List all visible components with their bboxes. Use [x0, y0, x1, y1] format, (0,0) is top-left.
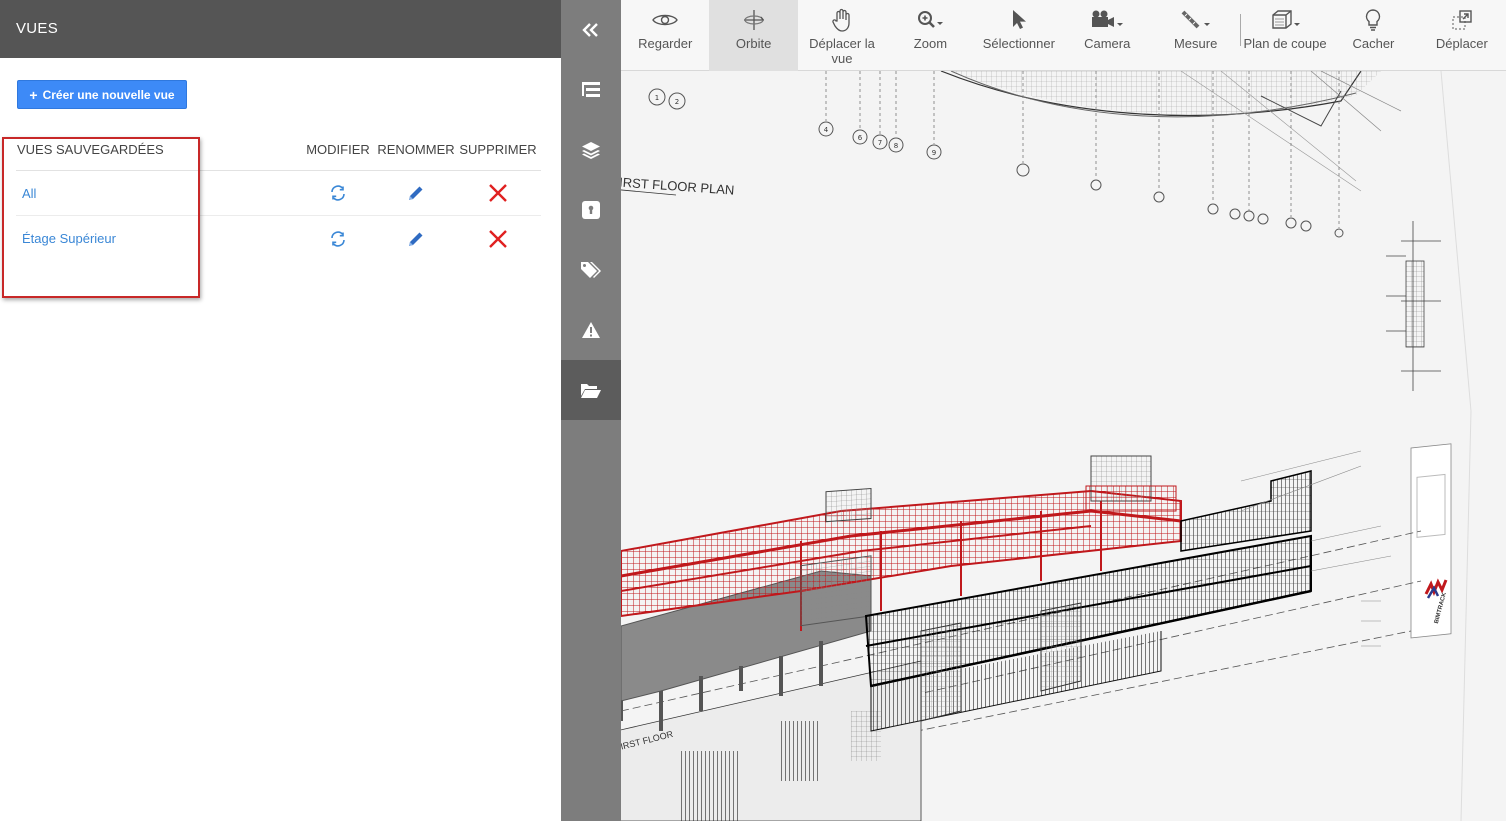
tool-hide[interactable]: Cacher: [1329, 0, 1417, 71]
ruler-icon: [1180, 6, 1212, 34]
create-view-button[interactable]: + Créer une nouvelle vue: [17, 80, 187, 109]
bulb-icon: [1364, 6, 1382, 34]
viewer-toolbar: Regarder Orbite Déplacer la vue Zoom Sél…: [621, 0, 1506, 71]
tool-move[interactable]: Déplacer: [1418, 0, 1506, 71]
refresh-icon[interactable]: [299, 183, 377, 203]
create-view-label: Créer une nouvelle vue: [42, 87, 175, 102]
vertical-sidebar: [561, 0, 621, 821]
tags-icon[interactable]: [561, 240, 621, 300]
tool-camera[interactable]: Camera: [1063, 0, 1151, 71]
tool-section[interactable]: Plan de coupe: [1241, 0, 1329, 71]
cursor-icon: [1010, 6, 1028, 34]
svg-text:2: 2: [675, 98, 679, 106]
svg-text:4: 4: [824, 126, 829, 134]
eye-icon: [652, 6, 679, 34]
section-box-icon: [1269, 6, 1301, 34]
highlight-annotation: [2, 137, 200, 298]
svg-text:7: 7: [878, 139, 882, 147]
camera-icon: [1090, 6, 1124, 34]
refresh-icon[interactable]: [299, 229, 377, 249]
zoom-icon: [916, 6, 944, 34]
panel-title: VUES: [0, 0, 561, 58]
tool-select[interactable]: Sélectionner: [975, 0, 1063, 71]
tool-zoom[interactable]: Zoom: [886, 0, 974, 71]
svg-text:6: 6: [858, 134, 863, 142]
orbit-icon: [742, 6, 766, 34]
tool-label: Orbite: [735, 36, 772, 51]
svg-text:8: 8: [894, 142, 898, 150]
tool-label: Déplacer la vue: [809, 36, 875, 66]
delete-icon[interactable]: [455, 229, 541, 249]
lock-icon[interactable]: [561, 180, 621, 240]
tool-label: Mesure: [1173, 36, 1218, 51]
bim-model-render: 1 24 67 89 FIRST FLOOR PLAN BIMTRACK FIR…: [621, 71, 1506, 821]
tool-measure[interactable]: Mesure: [1151, 0, 1239, 71]
hand-icon: [831, 6, 853, 34]
header-delete: SUPPRIMER: [459, 141, 537, 157]
folder-open-icon[interactable]: [561, 360, 621, 420]
svg-text:9: 9: [932, 149, 936, 157]
header-rename: RENOMMER: [377, 141, 455, 157]
tool-label: Regarder: [638, 36, 693, 51]
layers-icon[interactable]: [561, 120, 621, 180]
tool-label: Cacher: [1352, 36, 1395, 51]
delete-icon[interactable]: [455, 183, 541, 203]
header-modify: MODIFIER: [306, 141, 370, 157]
move-icon: [1451, 6, 1473, 34]
tool-label: Plan de coupe: [1243, 36, 1327, 51]
plus-icon: +: [29, 86, 38, 103]
warning-icon[interactable]: [561, 300, 621, 360]
tool-label: Sélectionner: [982, 36, 1055, 51]
svg-text:1: 1: [655, 94, 659, 102]
views-panel: VUES + Créer une nouvelle vue VUES SAUVE…: [0, 0, 561, 821]
pencil-icon[interactable]: [377, 183, 455, 203]
collapse-icon[interactable]: [561, 0, 621, 60]
tool-label: Zoom: [913, 36, 948, 51]
pencil-icon[interactable]: [377, 229, 455, 249]
tool-label: Camera: [1084, 36, 1131, 51]
tool-look[interactable]: Regarder: [621, 0, 709, 71]
tree-icon[interactable]: [561, 60, 621, 120]
model-viewport[interactable]: 124 6789 FIRST FLOOR PLAN BIMTRACK FIRST…: [621, 71, 1506, 821]
tool-pan[interactable]: Déplacer la vue: [798, 0, 886, 71]
tool-label: Déplacer: [1435, 36, 1488, 51]
tool-orbit[interactable]: Orbite: [709, 0, 798, 71]
